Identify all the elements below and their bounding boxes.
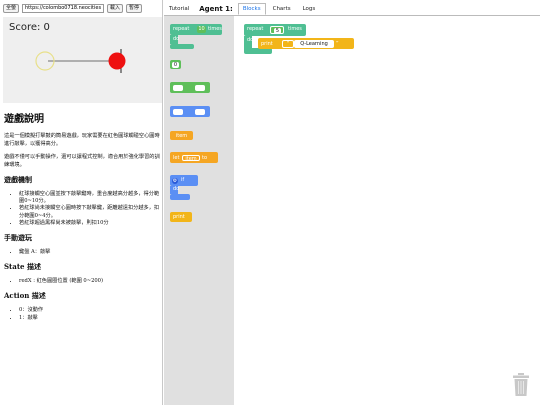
tab-tutorial[interactable]: Tutorial: [164, 3, 194, 15]
doc-intro-2: 遊戲不僅可以手動操作，還可以讓程式控制，適合用於強化學習的訓練環境。: [4, 154, 160, 168]
game-description: 遊戲說明 這是一個模擬打擊鼓的簡易遊戲，玩家需要在紅色圓球觸碰空心圓時進行敲擊，…: [4, 110, 160, 322]
gear-icon[interactable]: ⚙: [172, 177, 178, 184]
state-list: redX : 紅色圓圈位置 (範圍 0~200): [4, 278, 160, 285]
if-do-label: do: [173, 186, 180, 192]
tab-blocks[interactable]: Blocks: [237, 2, 266, 15]
block-flyout: repeat 10 times do 0 item let item to ⚙ …: [164, 16, 234, 405]
blocks-workspace[interactable]: repeat 5 times do print “ Q-Learning ”: [234, 16, 540, 405]
let-variable[interactable]: item: [182, 154, 200, 162]
times-label: times: [208, 26, 222, 32]
flyout-let-block[interactable]: let item to: [170, 152, 218, 163]
ws-repeat-count-block[interactable]: 5: [270, 26, 284, 34]
manual-heading: 手動遊玩: [4, 234, 32, 243]
flyout-arithmetic-block[interactable]: [170, 82, 210, 93]
list-item: 若紅球尚未接觸空心圓時按下敲擊鍵，距離越遠扣分越多，扣分範圍0~4分。: [19, 205, 160, 219]
flyout-item-block[interactable]: item: [170, 131, 193, 140]
load-button[interactable]: 載入: [107, 3, 124, 13]
game-canvas[interactable]: Score: 0: [3, 17, 162, 103]
item-label: item: [172, 132, 191, 139]
do-label: do: [173, 36, 180, 42]
number-value[interactable]: 0: [172, 61, 179, 68]
tab-charts[interactable]: Charts: [268, 3, 296, 15]
state-heading: State 描述: [4, 262, 41, 272]
math-slot-b[interactable]: [195, 84, 205, 91]
pause-button[interactable]: 暫停: [126, 3, 143, 13]
ws-print-block[interactable]: print “ Q-Learning ”: [258, 38, 354, 49]
list-item: 鍵盤 A：敲擊: [19, 249, 160, 256]
ws-do-label: do: [247, 37, 254, 43]
math-slot-a[interactable]: [173, 84, 183, 91]
ws-repeat-label: repeat: [247, 26, 264, 32]
print-label: print: [173, 214, 185, 220]
mechanics-heading: 遊戲機制: [4, 176, 32, 184]
list-item: 若紅球超過黑桿尚未被敲擊，則扣10分: [19, 220, 160, 227]
trash-icon[interactable]: [512, 373, 530, 397]
game-stage: [35, 49, 126, 73]
to-label: to: [202, 154, 208, 161]
mechanics-list: 紅球接觸空心圓並按下敲擊鍵時，重合度越高分越多，得分範圍0~10分。 若紅球尚未…: [4, 191, 160, 227]
manual-list: 鍵盤 A：敲擊: [4, 249, 160, 256]
flyout-print-block[interactable]: print: [170, 212, 192, 222]
let-label: let: [173, 154, 180, 161]
flyout-number-block[interactable]: 0: [170, 60, 181, 69]
repeat-label: repeat: [173, 26, 190, 32]
action-heading: Action 描述: [4, 291, 46, 301]
doc-intro: 這是一個模擬打擊鼓的簡易遊戲，玩家需要在紅色圓球觸碰空心圓時進行敲擊，以獲得高分…: [4, 133, 160, 147]
editor-tabs: Tutorial Agent 1: Blocks Charts Logs: [164, 2, 320, 15]
workspace-repeat-block[interactable]: repeat 5 times do print “ Q-Learning ”: [244, 24, 354, 58]
quote-close-icon: ”: [336, 40, 339, 47]
list-item: 紅球接觸空心圓並按下敲擊鍵時，重合度越高分越多，得分範圍0~10分。: [19, 191, 160, 205]
compare-slot-a[interactable]: [173, 108, 183, 115]
ws-print-value[interactable]: Q-Learning: [294, 39, 334, 48]
agent-label: Agent 1:: [199, 4, 233, 13]
tab-logs[interactable]: Logs: [298, 3, 321, 15]
list-item: 1：敲擊: [19, 315, 160, 322]
game-panel: 全螢 載入 暫停 Score: 0 遊戲說明 這是一個模擬打擊鼓的簡易遊戲，玩家…: [0, 0, 163, 405]
flyout-if-block[interactable]: ⚙ if do: [170, 175, 198, 203]
doc-title: 遊戲說明: [4, 114, 44, 125]
red-ball: [108, 52, 126, 70]
ws-print-label: print: [261, 40, 273, 47]
compare-slot-b[interactable]: [195, 108, 205, 115]
action-list: 0：沒動作 1：敲擊: [4, 307, 160, 321]
list-item: redX : 紅色圓圈位置 (範圍 0~200): [19, 278, 160, 285]
flyout-compare-block[interactable]: [170, 106, 210, 117]
ws-text-block[interactable]: “: [282, 39, 294, 48]
list-item: 0：沒動作: [19, 307, 160, 314]
game-toolbar: 全螢 載入 暫停: [3, 3, 143, 13]
ws-repeat-count[interactable]: 5: [274, 27, 281, 34]
flyout-repeat-block[interactable]: repeat 10 times do: [170, 24, 222, 49]
repeat-count[interactable]: 10: [197, 26, 206, 33]
ws-times-label: times: [288, 26, 302, 32]
if-label: if: [181, 176, 185, 183]
fullscreen-button[interactable]: 全螢: [3, 3, 20, 13]
game-url-input[interactable]: [22, 3, 105, 13]
